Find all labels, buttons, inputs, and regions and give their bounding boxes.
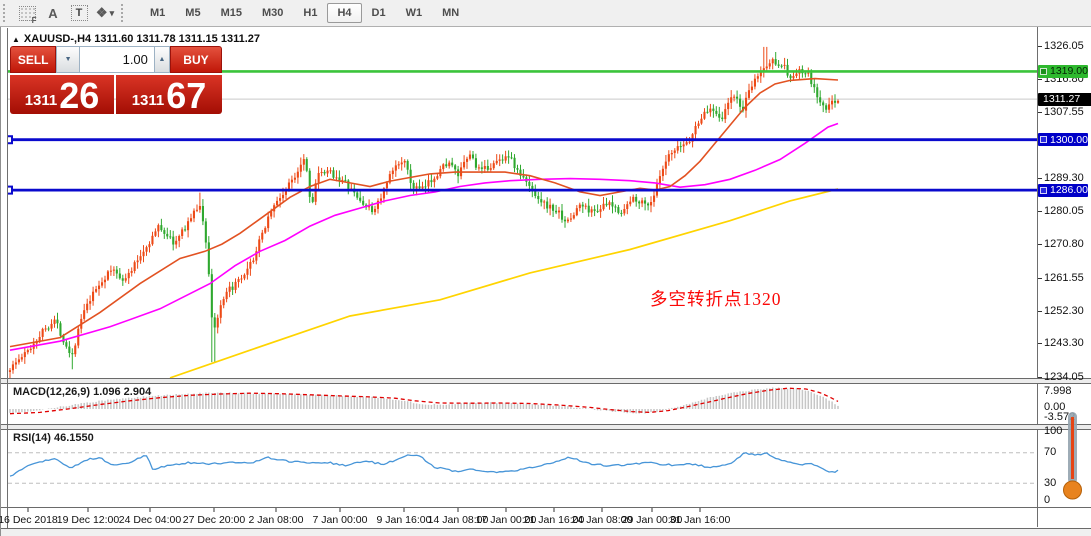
chart-annotation-text[interactable]: 多空转折点1320	[650, 286, 782, 311]
sell-price-pips: 26	[59, 75, 100, 117]
price-tick-label: 1252.30	[1044, 304, 1084, 317]
timeframe-button-mn[interactable]: MN	[432, 3, 469, 23]
rsi-scale-label: 70	[1044, 446, 1057, 458]
timeframe-button-d1[interactable]: D1	[362, 3, 396, 23]
timeframe-button-m1[interactable]: M1	[140, 3, 175, 23]
price-tick-label: 1234.05	[1044, 370, 1084, 383]
rsi-line	[9, 452, 839, 477]
window-bottom-edge	[0, 528, 1091, 536]
time-axis-label: 7 Jan 00:00	[312, 514, 368, 526]
price-tick-mark	[1038, 277, 1042, 279]
pane-splitter-rsi[interactable]	[0, 424, 1091, 430]
one-click-trading-panel: SELL ▼ ▲ BUY 1311 26 1311 67	[10, 46, 222, 114]
ohlc-text: XAUUSD-,H4 1311.60 1311.78 1311.15 1311.…	[23, 33, 260, 45]
price-tick-mark	[1038, 112, 1042, 114]
pattern-grid-icon[interactable]: F	[17, 3, 37, 25]
time-axis-label: 31 Jan 16:00	[669, 514, 731, 526]
price-tick-label: 1261.55	[1044, 271, 1084, 284]
price-tick-mark	[1038, 211, 1042, 212]
timeframe-button-m30[interactable]: M30	[252, 3, 293, 23]
buy-price-pips: 67	[166, 75, 207, 117]
chart-left-border	[7, 28, 8, 528]
chevron-down-icon[interactable]: ▾	[110, 8, 115, 19]
time-axis-label: 24 Dec 04:00	[118, 514, 182, 526]
macd-scale-label: 7.998	[1044, 385, 1072, 397]
timeframe-button-h1[interactable]: H1	[293, 3, 327, 23]
buy-price-display[interactable]: 1311 67	[116, 75, 222, 114]
line-anchor-icon	[1040, 136, 1047, 144]
price-tick-mark	[1038, 78, 1042, 80]
volume-input[interactable]	[79, 46, 154, 73]
price-tick-mark	[1038, 310, 1042, 312]
price-tick-label: 1280.05	[1044, 205, 1084, 217]
text-box-icon[interactable]: T	[69, 3, 89, 23]
rsi-label: RSI(14) 46.1550	[13, 432, 94, 444]
price-line-label: 1286.00	[1038, 183, 1088, 197]
shapes-icon[interactable]: ❖ ▾	[95, 3, 115, 23]
timeframe-button-h4[interactable]: H4	[327, 3, 362, 23]
mt4-window: F A T ❖ ▾ M1 M5 M15 M30 H1 H4 D1 W1 MN ▲ XAUUSD-,…	[0, 0, 1091, 536]
toolbar: F A T ❖ ▾ M1 M5 M15 M30 H1 H4 D1 W1 MN	[0, 0, 1091, 27]
ma-mid-line	[9, 122, 839, 351]
symbol-ohlc-header: ▲ XAUUSD-,H4 1311.60 1311.78 1311.15 1311…	[12, 33, 260, 45]
price-tick-mark	[1038, 177, 1042, 179]
timeframe-button-m5[interactable]: M5	[175, 3, 210, 23]
timeframe-button-m15[interactable]: M15	[211, 3, 252, 23]
thermometer-icon	[1060, 410, 1086, 502]
collapse-triangle-icon[interactable]: ▲	[12, 35, 20, 44]
price-tick-label: 1307.55	[1044, 106, 1084, 119]
toolbar-grip[interactable]	[3, 4, 8, 22]
sell-price-main: 1311	[24, 92, 58, 109]
price-line-label: 1319.00	[1038, 64, 1088, 78]
macd-label: MACD(12,26,9) 1.096 2.904	[13, 386, 152, 398]
price-tick-label: 1326.05	[1044, 39, 1084, 52]
price-tick-label: 1270.80	[1044, 238, 1084, 251]
ma-slow-line	[169, 188, 839, 378]
time-axis-border	[0, 507, 1091, 508]
rsi-scale-label: 30	[1044, 477, 1057, 489]
volume-decrease-button[interactable]: ▼	[56, 46, 80, 73]
price-line-label: 1311.27	[1038, 92, 1091, 106]
price-tick-label: 1289.30	[1044, 171, 1084, 184]
price-tick-mark	[1038, 343, 1042, 345]
buy-button[interactable]: BUY	[169, 46, 222, 73]
price-tick-mark	[1038, 376, 1042, 378]
time-axis-label: 2 Jan 08:00	[248, 514, 304, 526]
line-anchor-icon	[1040, 67, 1047, 75]
sell-button[interactable]: SELL	[10, 46, 57, 73]
rsi-scale-label: 0	[1044, 494, 1051, 506]
price-tick-label: 1243.30	[1044, 337, 1084, 350]
buy-price-main: 1311	[131, 92, 165, 109]
toolbar-grip[interactable]	[121, 4, 126, 22]
price-tick-mark	[1038, 45, 1042, 47]
hline-handle-green[interactable]	[2, 66, 6, 76]
sell-price-display[interactable]: 1311 26	[10, 75, 114, 114]
window-left-edge	[0, 26, 1, 536]
price-line-label: 1300.00	[1038, 133, 1088, 147]
font-label-icon[interactable]: A	[43, 3, 63, 23]
price-tick-mark	[1038, 244, 1042, 246]
pane-splitter-macd[interactable]	[0, 378, 1091, 384]
timeframe-bar: M1 M5 M15 M30 H1 H4 D1 W1 MN	[140, 3, 469, 23]
volume-increase-button[interactable]: ▲	[153, 46, 170, 73]
line-anchor-icon	[1040, 186, 1047, 194]
timeframe-button-w1[interactable]: W1	[396, 3, 433, 23]
